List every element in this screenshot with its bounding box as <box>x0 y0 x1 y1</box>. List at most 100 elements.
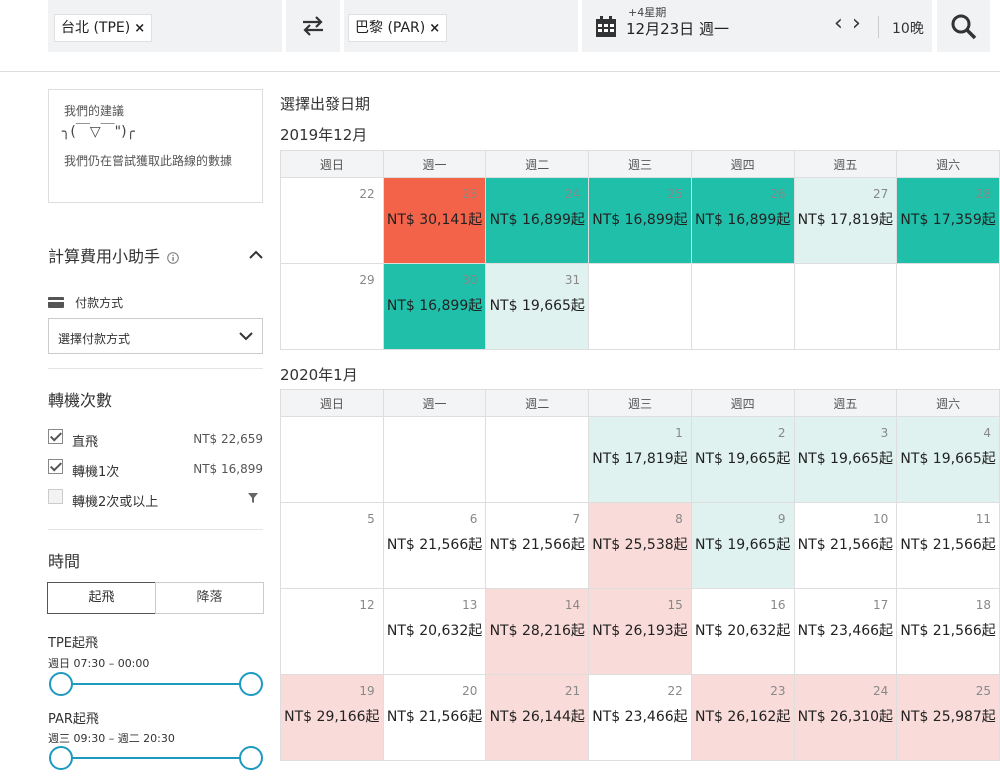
suggestion-title: 我們的建議 <box>64 104 125 118</box>
weekday-label: 週一 <box>382 389 487 417</box>
date-number: 14 <box>564 598 581 612</box>
date-number: 7 <box>572 512 581 526</box>
stops-two-checkbox[interactable] <box>48 489 63 504</box>
date-price: NT$ 20,632起 <box>694 623 791 639</box>
suggestion-face: ╮(￣▽￣")╭ <box>62 124 135 140</box>
stops-direct-label[interactable]: 直飛 <box>72 431 98 450</box>
date-cell[interactable]: 28 NT$ 17,359起 <box>896 177 1000 264</box>
origin-label: 台北 (TPE) <box>61 20 131 36</box>
date-cell[interactable]: 22 NT$ 23,466起 <box>588 674 692 761</box>
calc-title: 計算費用小助手 <box>48 243 179 267</box>
remove-origin-icon[interactable]: × <box>134 21 145 36</box>
date-price: NT$ 21,566起 <box>386 537 483 553</box>
date-cell[interactable]: 6 NT$ 21,566起 <box>382 502 487 589</box>
date-cell[interactable]: 23 NT$ 30,141起 <box>382 177 487 264</box>
date-cell[interactable]: 14 NT$ 28,216起 <box>485 588 590 675</box>
date-price: NT$ 21,566起 <box>489 537 585 553</box>
payment-select[interactable]: 選擇付款方式 <box>48 318 263 354</box>
date-price: NT$ 17,819起 <box>797 212 894 228</box>
tpe-slider-min-handle[interactable] <box>49 672 73 696</box>
date-cell[interactable]: 30 NT$ 16,899起 <box>382 263 487 350</box>
par-depart-range: 週三 09:30 – 週二 20:30 <box>48 732 175 745</box>
date-number: 8 <box>675 512 683 526</box>
date-number: 9 <box>777 512 786 526</box>
date-cell[interactable]: 25 NT$ 16,899起 <box>588 177 692 264</box>
empty-date-cell <box>896 263 1000 350</box>
empty-date-cell <box>382 416 487 503</box>
date-cell[interactable]: 8 NT$ 25,538起 <box>588 502 692 589</box>
tpe-slider-track[interactable] <box>60 683 250 685</box>
date-cell[interactable]: 24 NT$ 16,899起 <box>485 177 590 264</box>
date-cell[interactable]: 29 <box>280 263 384 350</box>
date-cell[interactable]: 12 <box>280 588 384 675</box>
tab-arrive[interactable]: 降落 <box>155 582 264 614</box>
calendar-week-row: 5 6 NT$ 21,566起 7 NT$ 21,566起 8 NT$ 25,538起 9 NT… <box>280 502 1000 589</box>
date-cell[interactable]: 31 NT$ 19,665起 <box>485 263 590 350</box>
nights-value[interactable]: 10晚 <box>892 18 924 38</box>
date-cell[interactable]: 20 NT$ 21,566起 <box>382 674 487 761</box>
date-price: NT$ 25,987起 <box>900 709 996 725</box>
date-cell[interactable]: 5 <box>280 502 384 589</box>
prev-date-button[interactable]: ‹ <box>834 11 843 36</box>
weekday-label: 週五 <box>793 150 898 178</box>
destination-field[interactable]: 巴黎 (PAR) × <box>344 0 578 52</box>
info-icon[interactable] <box>167 251 179 264</box>
par-slider-track[interactable] <box>60 757 250 759</box>
date-cell[interactable]: 26 NT$ 16,899起 <box>690 177 795 264</box>
tab-depart[interactable]: 起飛 <box>47 582 156 614</box>
date-cell[interactable]: 19 NT$ 29,166起 <box>280 674 384 761</box>
date-cell[interactable]: 13 NT$ 20,632起 <box>382 588 487 675</box>
date-number: 6 <box>469 512 478 526</box>
suggestion-box: 我們的建議 ╮(￣▽￣")╭ 我們仍在嘗試獲取此路線的數據 <box>48 89 263 203</box>
month-calendar-jan: 週日 週一 週二 週三 週四 週五 週六 1 NT$ 17,819起 2 NT$ 19,665起 3 N… <box>280 389 1000 761</box>
date-cell[interactable]: 11 NT$ 21,566起 <box>896 502 1000 589</box>
swap-button[interactable] <box>286 0 340 52</box>
date-price: NT$ 20,632起 <box>386 623 483 639</box>
calendar-week-row: 29 30 NT$ 16,899起 31 NT$ 19,665起 <box>280 263 1000 350</box>
date-cell[interactable]: 3 NT$ 19,665起 <box>793 416 898 503</box>
date-cell[interactable]: 15 NT$ 26,193起 <box>588 588 692 675</box>
par-slider-min-handle[interactable] <box>49 746 73 770</box>
next-date-button[interactable]: › <box>852 11 861 36</box>
date-cell[interactable]: 2 NT$ 19,665起 <box>690 416 795 503</box>
divider <box>878 16 879 38</box>
stops-direct-checkbox[interactable] <box>48 429 63 444</box>
weekday-label: 週日 <box>280 389 384 417</box>
search-bar: 台北 (TPE) × 巴黎 (PAR) × +4星期 12月23日 週一 ‹ › 1… <box>0 0 1000 72</box>
chevron-up-icon[interactable] <box>249 250 263 259</box>
date-cell[interactable]: 17 NT$ 23,466起 <box>793 588 898 675</box>
filter-icon[interactable] <box>248 493 258 503</box>
date-number: 28 <box>975 187 991 201</box>
date-cell[interactable]: 22 <box>280 177 384 264</box>
date-price: NT$ 26,310起 <box>797 709 894 725</box>
date-number: 10 <box>872 512 889 526</box>
date-price: NT$ 21,566起 <box>797 537 894 553</box>
date-cell[interactable]: 18 NT$ 21,566起 <box>896 588 1000 675</box>
search-button[interactable] <box>937 0 990 52</box>
tpe-slider-max-handle[interactable] <box>239 672 263 696</box>
date-cell[interactable]: 27 NT$ 17,819起 <box>793 177 898 264</box>
remove-destination-icon[interactable]: × <box>429 21 440 36</box>
date-cell[interactable]: 10 NT$ 21,566起 <box>793 502 898 589</box>
date-cell[interactable]: 9 NT$ 19,665起 <box>690 502 795 589</box>
date-cell[interactable]: 25 NT$ 25,987起 <box>896 674 1000 761</box>
stops-two-label[interactable]: 轉機2次或以上 <box>72 491 158 510</box>
par-slider-max-handle[interactable] <box>239 746 263 770</box>
date-field[interactable]: +4星期 12月23日 週一 ‹ › 10晚 <box>582 0 932 52</box>
stops-one-checkbox[interactable] <box>48 459 63 474</box>
date-cell[interactable]: 7 NT$ 21,566起 <box>485 502 590 589</box>
stops-one-label[interactable]: 轉機1次 <box>72 461 119 480</box>
date-number: 20 <box>462 684 478 698</box>
date-cell[interactable]: 21 NT$ 26,144起 <box>485 674 590 761</box>
date-cell[interactable]: 16 NT$ 20,632起 <box>690 588 795 675</box>
date-cell[interactable]: 4 NT$ 19,665起 <box>896 416 1000 503</box>
stops-title: 轉機次數 <box>48 391 113 410</box>
date-number: 12 <box>359 598 375 612</box>
date-price: NT$ 19,665起 <box>797 451 894 467</box>
stops-direct-price: NT$ 22,659 <box>193 432 263 446</box>
date-cell[interactable]: 24 NT$ 26,310起 <box>793 674 898 761</box>
date-cell[interactable]: 1 NT$ 17,819起 <box>588 416 692 503</box>
origin-field[interactable]: 台北 (TPE) × <box>48 0 282 52</box>
date-cell[interactable]: 23 NT$ 26,162起 <box>690 674 795 761</box>
par-depart-label: PAR起飛 <box>48 712 99 727</box>
